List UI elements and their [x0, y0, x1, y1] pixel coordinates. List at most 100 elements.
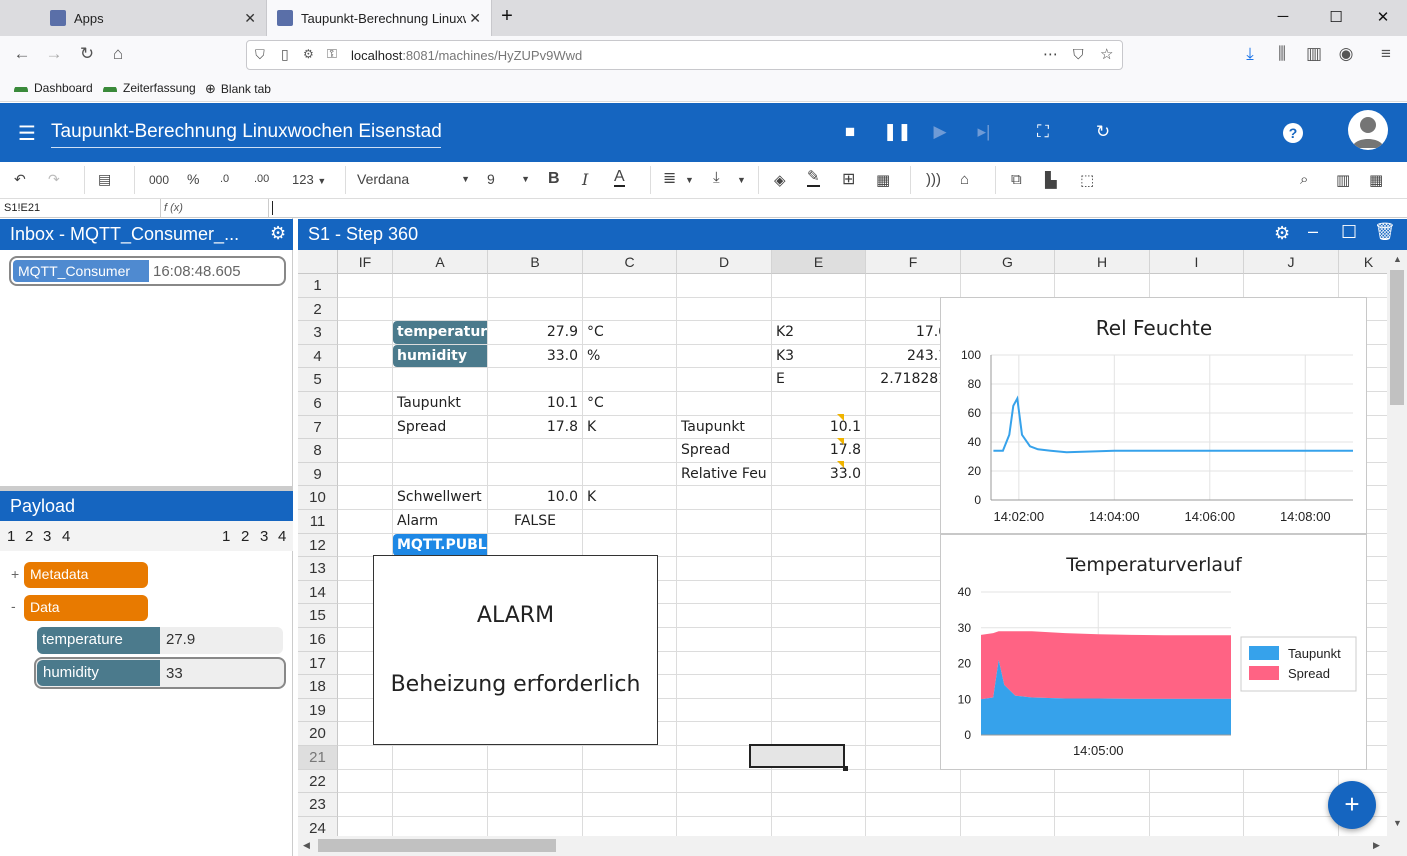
row-header-7[interactable]: 7	[298, 415, 338, 440]
cell-style-icon[interactable]: ▦	[876, 171, 890, 189]
delete-sheet-icon[interactable]: 🗑	[1374, 222, 1396, 242]
cell-a3[interactable]: temperatur	[393, 321, 487, 344]
chart-temperaturverlauf[interactable]: Temperaturverlauf 0 10 20 30 40 14:05:00 Taupun…	[940, 534, 1367, 770]
inbox-settings-icon[interactable]: ⚙	[270, 223, 286, 244]
row-header-17[interactable]: 17	[298, 651, 338, 676]
row-header-13[interactable]: 13	[298, 557, 338, 581]
cell-a4[interactable]: humidity	[393, 344, 487, 368]
cell-reference[interactable]: S1!E21	[4, 202, 40, 214]
cell-b10[interactable]: 10.0	[488, 486, 582, 509]
url-bar[interactable]: ⛉ ▯ ⚙ ⚿ localhost:8081/machines/HyZUPv9W…	[246, 40, 1123, 70]
comment-marker-icon[interactable]	[837, 414, 844, 421]
downloads-icon[interactable]: ⤓	[1238, 44, 1262, 64]
column-header-c[interactable]: C	[583, 250, 677, 274]
font-family-select[interactable]: Verdana ▼	[357, 171, 472, 187]
comment-marker-icon[interactable]	[837, 438, 844, 445]
bookmark-star-icon[interactable]: ☆	[1100, 45, 1113, 63]
minimize-window-icon[interactable]: ─	[1273, 8, 1293, 25]
comment-marker-icon[interactable]	[837, 461, 844, 468]
borders-icon[interactable]: ⊞	[842, 169, 855, 189]
alarm-box[interactable]: ALARM Beheizung erforderlich	[373, 555, 658, 745]
fill-handle[interactable]	[843, 766, 848, 771]
scroll-down-icon[interactable]: ▼	[1393, 818, 1402, 828]
pocket-icon[interactable]: ⛉	[1073, 46, 1084, 63]
row-header-3[interactable]: 3	[298, 321, 338, 345]
font-size-select[interactable]: 9 ▼	[487, 171, 532, 187]
cell-a6[interactable]: Taupunkt	[393, 392, 487, 415]
chevron-down-icon[interactable]: ▼	[737, 175, 746, 185]
column-header-i[interactable]: I	[1150, 250, 1244, 274]
row-header-2[interactable]: 2	[298, 297, 338, 322]
payload-field-humidity[interactable]: humidity 33	[34, 657, 286, 689]
decrease-decimal-button[interactable]: .0	[220, 173, 229, 185]
fullscreen-icon[interactable]: ⛶	[1032, 122, 1054, 142]
number-format-dropdown[interactable]: 123 ▼	[292, 172, 326, 187]
pager-left-4[interactable]: 4	[62, 528, 70, 545]
payload-field-temperature[interactable]: temperature 27.9	[37, 627, 283, 654]
spreadsheet-grid[interactable]: IF A B C D E F G H I J K 1 2 3 4 5 6 7 8 9 10 11 12 13 14 15 16 17 1…	[298, 250, 1387, 836]
metadata-node[interactable]: Metadata	[24, 562, 148, 588]
pager-left-2[interactable]: 2	[25, 528, 33, 545]
sidebar-icon[interactable]: ▥	[1302, 44, 1326, 64]
row-header-24[interactable]: 24	[298, 816, 338, 836]
browser-tab-taupunkt[interactable]: Taupunkt-Berechnung Linuxwo ✕	[266, 0, 492, 36]
horizontal-scroll-thumb[interactable]	[318, 839, 556, 852]
cell-c7[interactable]: K	[583, 416, 676, 439]
maximize-window-icon[interactable]: ☐	[1326, 8, 1346, 26]
row-header-23[interactable]: 23	[298, 793, 338, 817]
cell-a11[interactable]: Alarm	[393, 510, 487, 533]
cell-e4[interactable]: K3	[772, 345, 865, 368]
bookmark-blank-tab[interactable]: ⊕ Blank tab	[205, 81, 271, 97]
row-header-18[interactable]: 18	[298, 675, 338, 699]
cell-e5[interactable]: E	[772, 368, 865, 391]
row-header-21[interactable]: 21	[298, 746, 338, 770]
stop-icon[interactable]: ■	[839, 122, 861, 142]
grid-view-icon[interactable]: ▦	[1369, 171, 1383, 189]
permissions-icon[interactable]: ⚙	[303, 47, 314, 61]
thousands-separator-button[interactable]: 000	[149, 173, 169, 187]
inbox-message[interactable]: MQTT_Consumer 16:08:48.605	[9, 256, 286, 286]
row-header-22[interactable]: 22	[298, 769, 338, 794]
hamburger-menu-icon[interactable]: ☰	[18, 121, 36, 146]
home-icon[interactable]: ⌂	[106, 44, 130, 64]
column-header-h[interactable]: H	[1055, 250, 1150, 274]
cell-a12[interactable]: MQTT.PUBL	[393, 533, 487, 557]
help-icon[interactable]: ?	[1283, 123, 1303, 143]
pager-right-3[interactable]: 3	[260, 528, 268, 545]
new-tab-icon[interactable]: +	[497, 5, 517, 28]
redo-icon[interactable]: ↷	[48, 171, 60, 188]
close-tab-icon[interactable]: ✕	[244, 10, 256, 27]
italic-icon[interactable]: I	[582, 170, 588, 189]
font-color-icon[interactable]: A	[614, 169, 625, 187]
shield-icon[interactable]: ⛉	[255, 47, 265, 63]
undo-icon[interactable]: ↶	[14, 171, 26, 188]
reload-icon[interactable]: ↻	[75, 44, 99, 64]
cell-c3[interactable]: °C	[583, 321, 676, 344]
data-node[interactable]: Data	[24, 595, 148, 621]
maximize-sheet-icon[interactable]: ☐	[1341, 222, 1357, 243]
column-header-g[interactable]: G	[961, 250, 1055, 274]
column-header-a[interactable]: A	[393, 250, 488, 274]
pager-right-1[interactable]: 1	[222, 528, 230, 545]
close-tab-icon[interactable]: ✕	[469, 10, 481, 27]
key-icon[interactable]: ⚿	[327, 46, 337, 62]
zoom-icon[interactable]: ⌕	[1300, 171, 1308, 188]
layout-icon[interactable]: ▥	[1336, 171, 1350, 189]
step-icon[interactable]: ▸|	[973, 122, 995, 142]
cell-e9[interactable]: 33.0	[772, 463, 865, 486]
cell-d8[interactable]: Spread	[677, 439, 771, 462]
pager-left-1[interactable]: 1	[7, 528, 15, 545]
refresh-speed-icon[interactable]: ↻	[1092, 122, 1114, 142]
row-header-10[interactable]: 10	[298, 486, 338, 510]
row-header-6[interactable]: 6	[298, 392, 338, 416]
row-header-15[interactable]: 15	[298, 604, 338, 628]
row-header-11[interactable]: 11	[298, 510, 338, 534]
pager-right-4[interactable]: 4	[278, 528, 286, 545]
cell-e8[interactable]: 17.8	[772, 439, 865, 462]
cell-d9[interactable]: Relative Feu	[677, 463, 771, 486]
formula-input[interactable]	[270, 199, 1400, 218]
play-icon[interactable]: ▶	[929, 122, 951, 142]
chart-icon[interactable]: ▙	[1045, 171, 1057, 189]
url-text[interactable]: localhost:8081/machines/HyZUPv9Wwd	[351, 48, 582, 63]
stream-icon[interactable]: )))	[926, 171, 941, 188]
